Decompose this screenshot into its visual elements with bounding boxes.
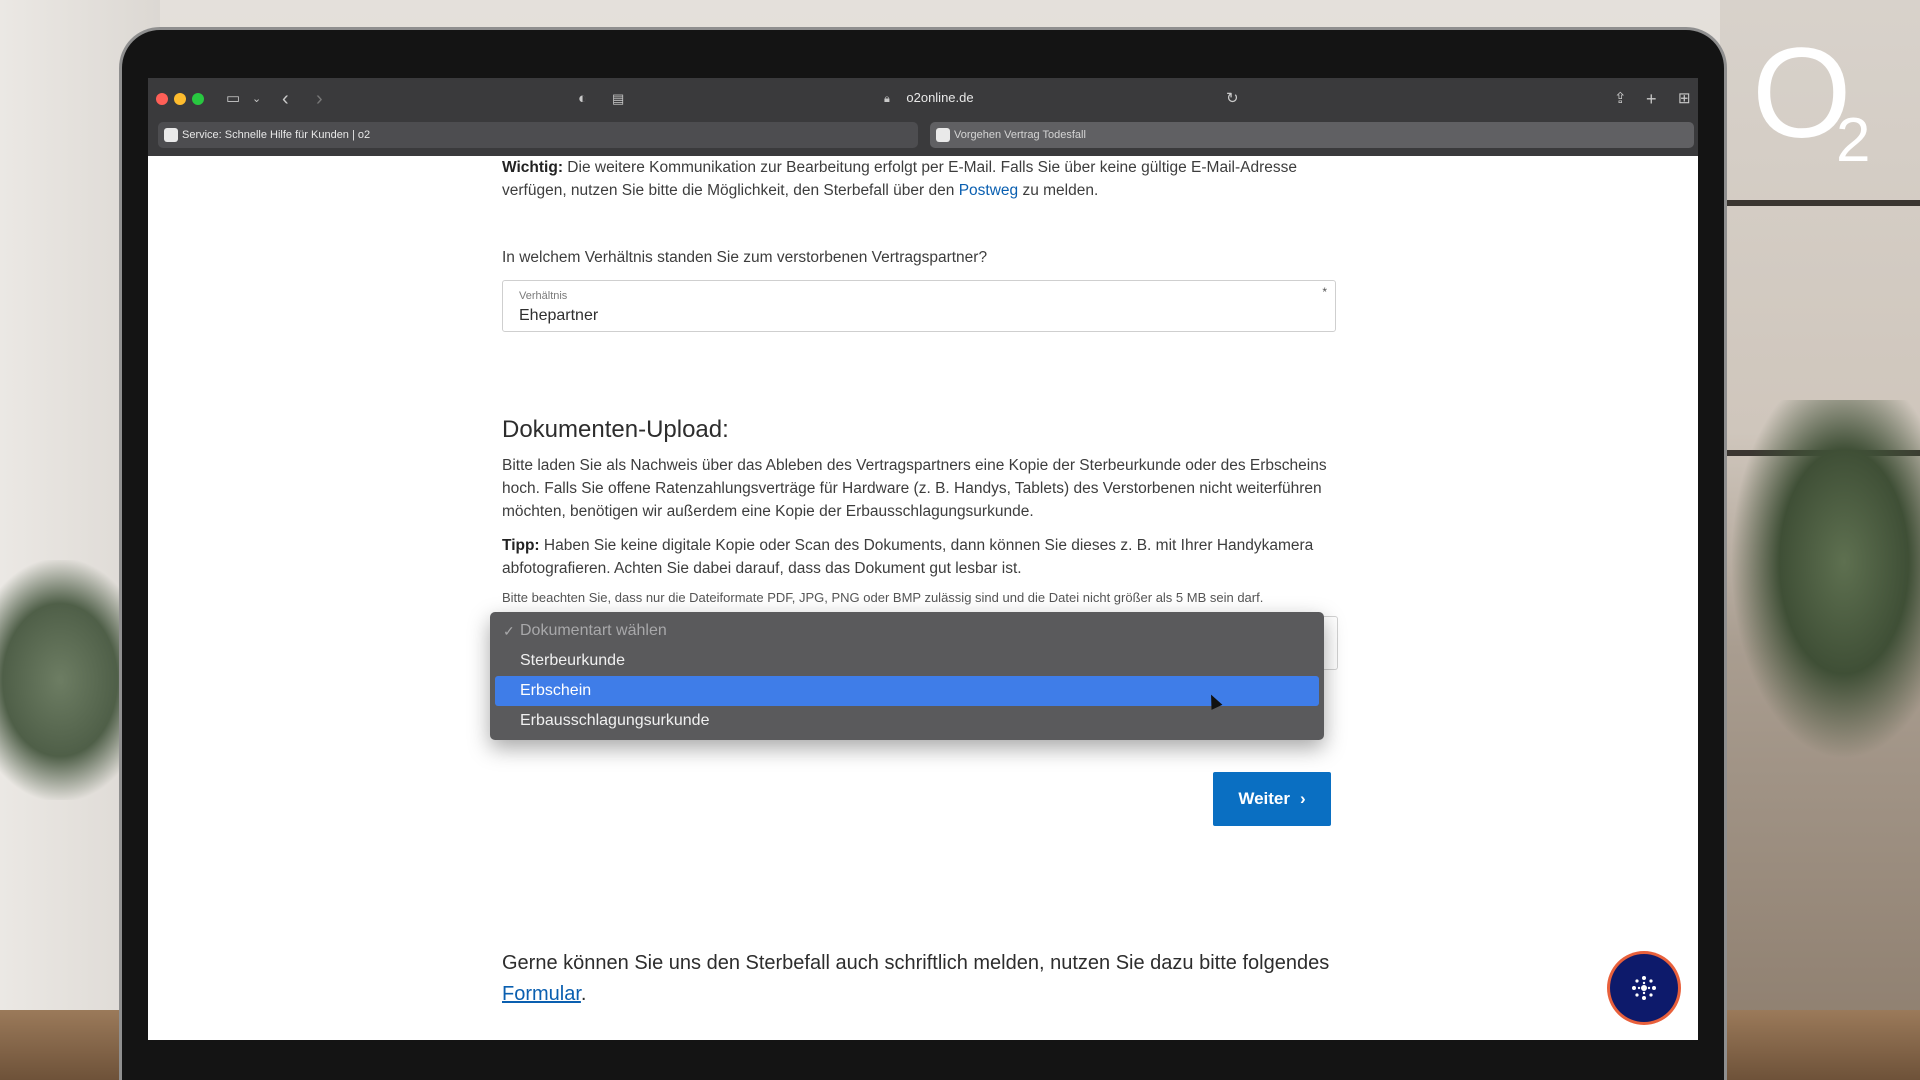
forward-icon[interactable]: › xyxy=(316,89,323,109)
tip-text: Haben Sie keine digitale Kopie oder Scan… xyxy=(502,537,1314,577)
privacy-shield-icon[interactable]: ◐ xyxy=(578,90,587,108)
dropdown-option-sterbeurkunde[interactable]: Sterbeurkunde xyxy=(495,646,1319,676)
zoom-window-button[interactable] xyxy=(192,93,204,105)
postweg-link[interactable]: Postweg xyxy=(959,182,1018,199)
option-label: Erbausschlagungsurkunde xyxy=(520,712,710,729)
o2-logo-subscript: 2 xyxy=(1836,106,1871,175)
relation-question: In welchem Verhältnis standen Sie zum ve… xyxy=(502,249,988,266)
upload-text: Bitte laden Sie als Nachweis über das Ab… xyxy=(502,457,1327,520)
next-button[interactable]: Weiter › xyxy=(1213,772,1331,826)
tab-overview-icon[interactable]: ⊞ xyxy=(1678,90,1691,108)
bottom-text-end: . xyxy=(580,983,587,1005)
bottom-paragraph: Gerne können Sie uns den Sterbefall auch… xyxy=(502,948,1338,1010)
chevron-down-icon[interactable]: ⌄ xyxy=(252,90,261,108)
minimize-window-button[interactable] xyxy=(174,93,186,105)
option-label: Sterbeurkunde xyxy=(520,652,625,669)
notice-text-end: zu melden. xyxy=(1018,182,1099,199)
dropdown-option-erbschein[interactable]: Erbschein xyxy=(495,676,1319,706)
tip-paragraph: Tipp: Haben Sie keine digitale Kopie ode… xyxy=(502,534,1338,580)
required-marker: * xyxy=(1322,285,1327,299)
tab-title: Vorgehen Vertrag Todesfall xyxy=(954,129,1086,141)
close-window-button[interactable] xyxy=(156,93,168,105)
formular-link[interactable]: Formular xyxy=(502,983,581,1005)
relation-select-label: Verhältnis xyxy=(519,290,568,302)
plant-right xyxy=(1730,400,1920,760)
tab-vorgehen[interactable]: Vorgehen Vertrag Todesfall xyxy=(930,122,1694,148)
notice-label: Wichtig: xyxy=(502,159,563,176)
share-icon[interactable]: ⇪ xyxy=(1614,90,1627,108)
relation-select-value: Ehepartner xyxy=(519,307,599,324)
assistant-sparkle-icon xyxy=(1632,976,1656,1000)
dropdown-option-placeholder[interactable]: ✓ Dokumentart wählen xyxy=(495,616,1319,646)
next-button-label: Weiter xyxy=(1238,789,1290,808)
option-label: Dokumentart wählen xyxy=(520,622,667,639)
chevron-right-icon: › xyxy=(1299,789,1306,808)
notice-paragraph: Wichtig: Die weitere Kommunikation zur B… xyxy=(502,156,1338,202)
relation-select[interactable]: Verhältnis Ehepartner * xyxy=(502,280,1336,332)
bottom-text: Gerne können Sie uns den Sterbefall auch… xyxy=(502,952,1330,974)
chat-assistant-button[interactable] xyxy=(1610,954,1678,1022)
web-page: Wichtig: Die weitere Kommunikation zur B… xyxy=(148,156,1698,1040)
dropdown-option-erbausschlagungsurkunde[interactable]: Erbausschlagungsurkunde xyxy=(495,706,1319,736)
format-note: Bitte beachten Sie, dass nur die Dateifo… xyxy=(502,590,1264,605)
option-label: Erbschein xyxy=(520,682,592,699)
tab-title: Service: Schnelle Hilfe für Kunden | o2 xyxy=(182,129,371,141)
sidebar-icon[interactable]: ▭ xyxy=(226,90,240,108)
o2-favicon-icon xyxy=(164,128,178,142)
shelf-board xyxy=(1720,200,1920,206)
page-favicon-icon xyxy=(936,128,950,142)
tab-service[interactable]: Service: Schnelle Hilfe für Kunden | o2 xyxy=(158,122,918,148)
notice-text: Die weitere Kommunikation zur Bearbeitun… xyxy=(502,159,1297,199)
tip-label: Tipp: xyxy=(502,537,540,554)
checkmark-icon: ✓ xyxy=(503,623,515,639)
address-bar[interactable]: o2online.de xyxy=(860,90,1020,105)
new-tab-icon[interactable]: + xyxy=(1646,90,1657,108)
reader-icon[interactable]: ▤ xyxy=(612,90,624,108)
reload-icon[interactable]: ↻ xyxy=(1226,90,1239,108)
upload-heading: Dokumenten-Upload: xyxy=(502,416,729,443)
back-icon[interactable]: ‹ xyxy=(282,89,289,109)
document-type-dropdown: ✓ Dokumentart wählen Sterbeurkunde Erbsc… xyxy=(490,612,1324,740)
